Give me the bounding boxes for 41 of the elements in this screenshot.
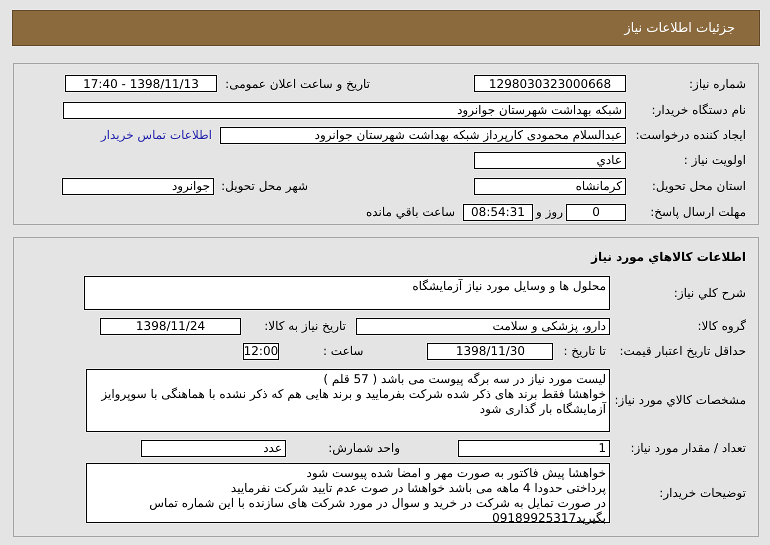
unit-field: عدد bbox=[141, 440, 286, 456]
field-label: تاریخ و ساعت اعلان عمومی: bbox=[224, 76, 370, 90]
field-label: استان محل تحویل: bbox=[650, 179, 746, 193]
field-label: شهر محل تحویل: bbox=[220, 179, 308, 193]
field-label: نام دستگاه خریدار: bbox=[650, 103, 746, 117]
quantity-field: 1 bbox=[458, 440, 610, 456]
page-title: جزئیات اطلاعات نیاز bbox=[624, 20, 735, 36]
field-label: واحد شمارش: bbox=[327, 441, 400, 455]
need-number-field: 1298030323000668 bbox=[474, 75, 626, 92]
days-field: 0 bbox=[566, 204, 626, 220]
remaining-label: ساعت باقي مانده bbox=[366, 205, 455, 219]
group-field: دارو، پزشکی و سلامت bbox=[356, 318, 610, 334]
requester-field: عبدالسلام محمودی کارپرداز شبکه بهداشت شهرستان جوانرود bbox=[220, 126, 626, 144]
time-field: 08:54:31 bbox=[463, 204, 533, 220]
notes-field: خواهشا پیش فاکتور به صورت مهر و امضا شده پیوست شود پرداختی حدودا 4 ماهه می باشد خواهشا در صوت عدم تایید شرکت نفرمایید در صورت تمایل به شرکت در خرید و سوال در مورد شرکت های سازنده با این شماره تماس بگیرید09189925317 bbox=[86, 463, 610, 523]
validity-time-field: 12:00 bbox=[242, 342, 279, 360]
priority-field: عادي bbox=[474, 152, 626, 168]
to-date-label: تا تاریخ : bbox=[563, 344, 606, 358]
specs-field: لیست مورد نیاز در سه برگه پیوست می باشد ( 57 قلم ) خواهشا فقط برند های ذکر شده شرکت بفرمایید و برند هایی هم که ذکر نشده با هماهنگی با سوپروایز آزمایشگاه بار گذاری شود bbox=[86, 368, 610, 432]
province-field: کرمانشاه bbox=[474, 178, 626, 194]
field-label: شماره نیاز: bbox=[688, 76, 746, 90]
field-label: گروه کالا: bbox=[696, 319, 746, 333]
buyer-org-field: شبکه بهداشت شهرستان جوانرود bbox=[63, 102, 626, 118]
field-label: توضیحات خریدار: bbox=[658, 486, 746, 500]
field-label: مشخصات کالاي مورد نياز: bbox=[613, 393, 746, 407]
field-label: اولویت نیاز : bbox=[682, 153, 746, 167]
contact-link[interactable]: اطلاعات تماس خریدار bbox=[100, 128, 212, 142]
field-label: حداقل تاریخ اعتبار قیمت: bbox=[618, 344, 746, 358]
field-label: مهلت ارسال پاسخ: bbox=[649, 205, 746, 219]
description-field: محلول ها و وسایل مورد نیاز آزمایشگاه bbox=[84, 276, 610, 310]
field-label: تاریخ نیاز به کالا: bbox=[263, 319, 346, 333]
field-label: شرح کلي نياز: bbox=[672, 286, 746, 300]
need-date-field: 1398/11/24 bbox=[100, 318, 241, 334]
validity-date-field: 1398/11/30 bbox=[427, 342, 554, 360]
field-label: تعداد / مقدار مورد نیاز: bbox=[629, 441, 746, 455]
city-field: جوانرود bbox=[62, 178, 214, 194]
field-label: ایجاد کننده درخواست: bbox=[634, 128, 746, 142]
announce-date-field: 1398/11/13 - 17:40 bbox=[65, 75, 217, 92]
days-unit: روز و bbox=[536, 205, 563, 219]
section-title: اطلاعات کالاهاي مورد نياز bbox=[590, 249, 746, 266]
time-label: ساعت : bbox=[322, 344, 364, 358]
